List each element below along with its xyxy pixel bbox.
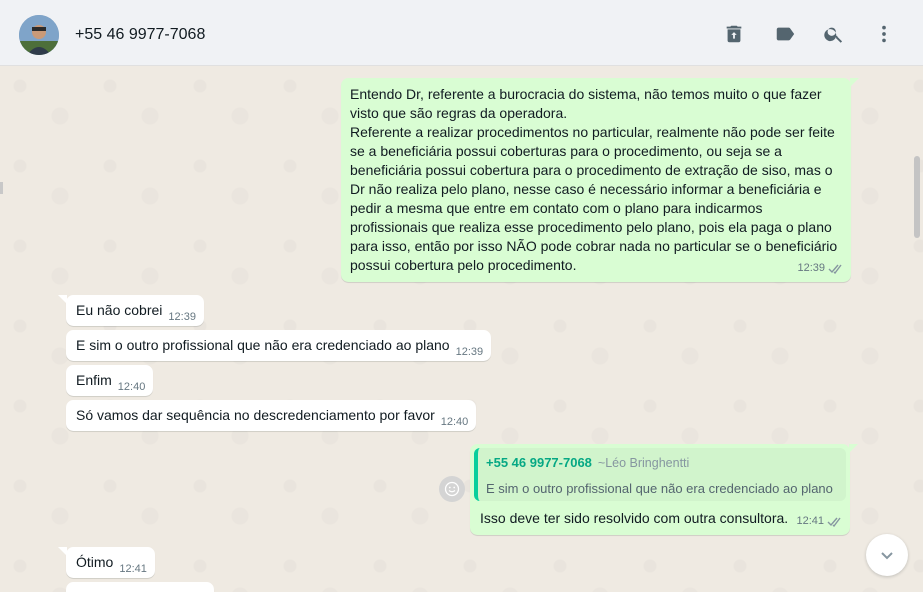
message-text: Entendo Dr, referente a burocracia do si… xyxy=(350,86,838,273)
bubble-tail xyxy=(58,295,67,304)
emoji-icon xyxy=(444,481,460,497)
message-time: 12:41 xyxy=(119,563,147,575)
message-bubble-incoming[interactable]: Eu não cobrei 12:39 xyxy=(58,295,204,326)
message-text: E sim o outro profissional que não era c… xyxy=(76,337,450,353)
quoted-text: E sim o outro profissional que não era c… xyxy=(486,481,833,496)
avatar-photo xyxy=(19,15,59,55)
message-bubble-outgoing[interactable]: Entendo Dr, referente a burocracia do si… xyxy=(341,78,859,282)
edge-marker xyxy=(0,182,3,194)
message-time: 12:39 xyxy=(168,311,196,323)
message-bubble-outgoing-reply[interactable]: +55 46 9977-7068 ~Léo Bringhentti E sim o… xyxy=(470,444,858,535)
message-meta: 12:41 xyxy=(796,512,843,531)
chat-header: +55 46 9977-7068 xyxy=(0,0,923,66)
chevron-down-icon xyxy=(881,552,893,560)
bubble-tail xyxy=(850,78,859,87)
message-bubble-incoming[interactable]: Ótimo 12:41 xyxy=(58,547,155,578)
message-list[interactable]: Entendo Dr, referente a burocracia do si… xyxy=(0,66,923,592)
message-text: Isso deve ter sido resolvido com outra c… xyxy=(480,510,789,526)
quoted-push-name: ~Léo Bringhentti xyxy=(597,456,690,470)
reaction-button[interactable] xyxy=(439,476,465,502)
bubble-tail xyxy=(849,444,858,453)
message-time: 12:41 xyxy=(796,515,824,527)
message-time: 12:39 xyxy=(797,262,825,274)
scrollbar-thumb[interactable] xyxy=(914,156,920,238)
scroll-to-bottom-button[interactable] xyxy=(866,534,908,576)
message-meta: 12:39 xyxy=(797,259,844,278)
bubble-tail xyxy=(58,547,67,556)
delete-icon[interactable] xyxy=(723,23,745,45)
message-text: Ótimo xyxy=(76,554,114,570)
double-check-icon xyxy=(828,264,842,274)
message-time: 12:40 xyxy=(440,416,469,428)
double-check-icon xyxy=(827,517,841,527)
contact-name[interactable]: +55 46 9977-7068 xyxy=(75,26,205,44)
message-bubble-incoming-partial[interactable] xyxy=(66,582,214,592)
label-icon[interactable] xyxy=(774,23,796,45)
menu-icon[interactable] xyxy=(873,23,895,45)
quoted-message[interactable]: +55 46 9977-7068 ~Léo Bringhentti E sim o… xyxy=(474,448,846,501)
message-time: 12:39 xyxy=(455,346,484,358)
message-text: Enfim xyxy=(76,372,112,388)
contact-avatar[interactable] xyxy=(19,15,59,55)
message-time: 12:40 xyxy=(117,381,146,393)
message-text: Só vamos dar sequência no descredenciame… xyxy=(76,407,435,423)
quoted-sender: +55 46 9977-7068 xyxy=(486,455,592,470)
message-bubble-incoming[interactable]: Só vamos dar sequência no descredenciame… xyxy=(66,400,477,431)
message-bubble-incoming[interactable]: E sim o outro profissional que não era c… xyxy=(66,330,492,361)
message-text: Eu não cobrei xyxy=(76,302,163,318)
search-icon[interactable] xyxy=(823,23,845,45)
message-bubble-incoming[interactable]: Enfim 12:40 xyxy=(66,365,154,396)
